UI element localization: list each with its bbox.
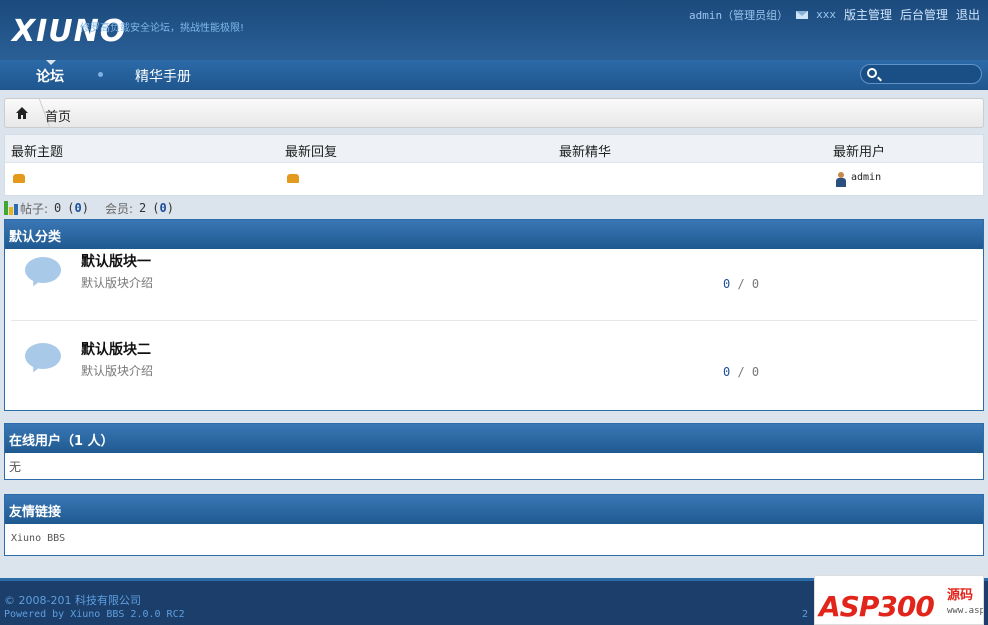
search-icon[interactable] [867,68,877,78]
forum-name[interactable]: 默认版块二 [81,339,151,359]
forum-stats: 0 / 0 [723,365,760,379]
main-nav: 论坛 精华手册 [0,60,988,90]
friend-link[interactable]: Xiuno BBS [5,524,983,553]
links-panel: 友情链接 Xiuno BBS [4,494,984,556]
home-icon[interactable] [15,106,29,120]
active-caret-icon [46,60,56,65]
stats-chart-icon [4,201,18,215]
admin-panel-link[interactable]: 后台管理 [900,6,948,23]
forum-bubble-icon [25,257,63,289]
forum-name[interactable]: 默认版块一 [81,251,151,271]
forum-bubble-icon [25,343,63,375]
col-latest-threads: 最新主题 [11,145,64,160]
posts-today: 0 [74,201,82,215]
online-panel: 在线用户（1 人） 无 [4,423,984,480]
col-latest-users: 最新用户 [833,145,886,160]
copyright-text: © 2008-201 科技有限公司 [4,594,141,607]
watermark-logo: ASP300 源码 www.asp300.com [814,575,984,625]
latest-body-row: admin [5,163,983,195]
latest-table: 最新主题 最新回复 最新精华 最新用户 admin [4,134,984,196]
newest-user-link[interactable]: admin [851,172,881,183]
category-panel: 默认分类 默认版块一 默认版块介绍 0 / 0 默认版块二 默认版块介绍 0 /… [4,219,984,411]
online-list: 无 [9,460,22,474]
nav-forum[interactable]: 论坛 [36,66,64,86]
user-toolbar: admin（管理员组） xxx 版主管理 后台管理 退出 [689,6,980,23]
thread-icon [13,174,25,183]
current-user-link[interactable]: admin（管理员组） [689,7,788,23]
forum-row: 默认版块一 默认版块介绍 0 / 0 [11,249,977,321]
forum-desc: 默认版块介绍 [81,364,154,378]
nav-separator [98,72,103,77]
latest-header-row: 最新主题 最新回复 最新精华 最新用户 [5,135,983,163]
online-title: 在线用户（1 人） [5,424,983,453]
posts-label: 帖子: [20,201,49,216]
posts-count: 0 [54,201,62,215]
col-latest-digest: 最新精华 [559,145,612,160]
col-latest-replies: 最新回复 [285,145,338,160]
nav-digest[interactable]: 精华手册 [135,66,191,86]
mail-icon[interactable] [796,10,809,19]
members-count: 2 [139,201,147,215]
members-label: 会员: [104,201,134,216]
site-stats: 帖子: 0 (0) 会员: 2 (0) [4,200,174,216]
forum-row: 默认版块二 默认版块介绍 0 / 0 [11,321,977,407]
search-input[interactable] [860,64,982,84]
logout-link[interactable]: 退出 [956,6,980,23]
footer-right-text: 2 [802,609,809,620]
mod-manage-link[interactable]: 版主管理 [844,6,892,23]
members-today: 0 [159,201,167,215]
powered-by-text: Powered by Xiuno BBS 2.0.0 RC2 [4,609,185,620]
breadcrumb-home[interactable]: 首页 [45,106,71,125]
forum-desc: 默认版块介绍 [81,276,154,290]
forum-stats: 0 / 0 [723,277,760,291]
links-title: 友情链接 [5,495,983,524]
messages-link[interactable]: xxx [816,8,836,21]
category-title[interactable]: 默认分类 [5,220,983,249]
breadcrumb: 首页 [4,98,984,128]
reply-icon [287,174,299,183]
site-header: XIUNO 修罗高负载安全论坛，挑战性能极限! admin（管理员组） xxx … [0,0,988,60]
site-slogan: 修罗高负载安全论坛，挑战性能极限! [80,23,245,34]
user-icon [835,172,847,187]
